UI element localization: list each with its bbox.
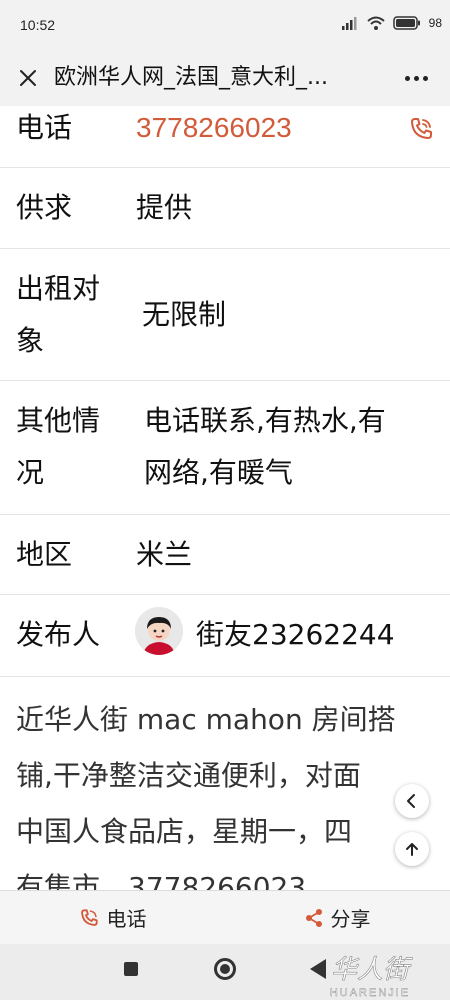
close-button[interactable] [12,62,44,94]
area-label: 地区 [16,538,73,571]
other-info-label-2: 况 [16,456,45,489]
description-line: 中国人食品店，星期一，四 [16,815,353,848]
call-button[interactable] [408,116,434,142]
status-time: 10:52 [20,17,56,33]
more-button[interactable] [398,62,434,94]
share-icon [305,908,322,927]
row-area: 地区 米兰 [0,515,450,595]
poster-name[interactable]: 街友23262244 [196,609,395,661]
status-icons: 98 [341,16,442,30]
rent-target-value: 无限制 [142,298,227,331]
call-action-label: 电话 [106,907,147,931]
battery-level: 98 [428,16,442,30]
phone-value[interactable]: 3778266023 [136,106,292,154]
share-action-label: 分享 [330,907,371,931]
description: 近华人街 mac mahon 房间搭 铺,干净整洁交通便利，对面 中国人食品店，… [16,692,436,890]
rent-target-label-1: 出租对 [16,272,101,305]
phone-icon [411,118,432,139]
more-icon [404,75,410,81]
other-info-label-1: 其他情 [16,404,101,437]
phone-icon [80,908,98,926]
recent-apps-button[interactable] [124,962,138,976]
system-nav-bar: 华人街 HUARENJIE [0,944,450,1000]
row-phone: 电话 3778266023 [0,106,450,168]
title-bar: 欧洲华人网_法国_意大利_... [0,52,450,106]
status-bar: 10:52 98 [0,0,450,52]
description-line: 有集市，3778266023 [16,871,307,890]
other-info-value-1: 电话联系,有热水,有 [144,404,386,437]
description-line: 铺,干净整洁交通便利，对面 [16,759,361,792]
watermark-logo: 华人街 HUARENJIE [330,955,414,1000]
share-action-button[interactable]: 分享 [225,891,450,944]
avatar-icon [135,607,183,655]
supply-value: 提供 [136,191,193,224]
phone-label: 电话 [16,111,73,144]
area-value: 米兰 [136,538,193,571]
battery-icon [392,16,420,30]
poster-label: 发布人 [16,618,101,651]
row-poster: 发布人 街友23262244 [0,595,450,677]
signal-icon [341,17,357,30]
scroll-top-button[interactable] [395,832,429,866]
close-icon [20,70,36,86]
wifi-icon [366,16,385,30]
row-supply: 供求 提供 [0,168,450,249]
action-bar: 电话 分享 [0,890,450,944]
arrow-up-icon [406,843,418,856]
back-float-button[interactable] [395,784,429,818]
avatar[interactable] [135,607,183,655]
listing-details: 电话 3778266023 供求 提供 出租对 象 无限制 其他情 况 电话联系… [0,106,450,890]
watermark-en: HUARENJIE [330,987,410,999]
description-line: 近华人街 mac mahon 房间搭 [16,703,396,736]
call-action-button[interactable]: 电话 [0,891,225,944]
row-other-info: 其他情 况 电话联系,有热水,有 网络,有暖气 [0,381,450,515]
watermark-cn: 华人街 [331,955,413,985]
rent-target-label-2: 象 [16,324,45,357]
supply-label: 供求 [16,191,73,224]
row-rent-target: 出租对 象 无限制 [0,249,450,381]
other-info-value-2: 网络,有暖气 [144,456,293,489]
home-button[interactable] [214,958,236,980]
home-icon [220,964,230,974]
page-title: 欧洲华人网_法国_意大利_... [54,65,328,90]
chevron-left-icon [407,794,415,808]
